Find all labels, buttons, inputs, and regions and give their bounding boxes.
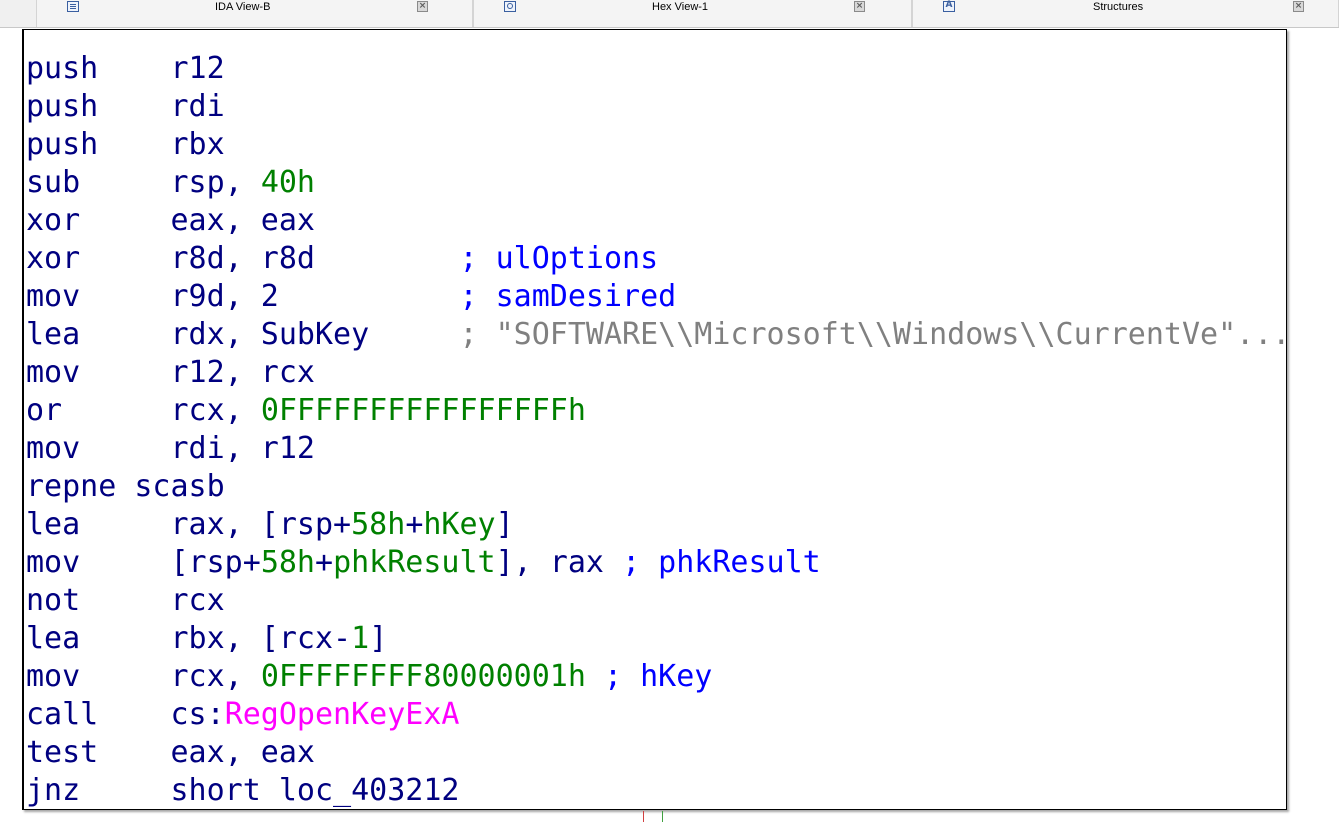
code-line[interactable]: mov r12, rcx [26,354,1286,392]
string-comment: ; "SOFTWARE\\Microsoft\\Windows\\Current… [459,317,1287,352]
import-name: RegOpenKeyExA [224,697,460,732]
disassembly-block[interactable]: push r12 push rdi push rbx sub rsp, 40h xor … [22,29,1287,810]
operands: rdi, r12 [170,431,316,466]
operands: [rsp+ [170,545,261,580]
code-line[interactable]: repne scasb [26,468,1286,506]
code-line[interactable]: not rcx [26,582,1286,620]
mnemonic: push [26,89,99,124]
comment: ; phkResult [622,545,821,580]
right-margin [1287,28,1339,822]
code-line[interactable]: call cs:RegOpenKeyExA [26,696,1286,734]
numeric-operand: 40h [260,165,315,200]
code-line[interactable]: mov [rsp+58h+phkResult], rax ; phkResult [26,544,1286,582]
numeric-operand: hKey [423,507,496,542]
code-line[interactable]: test eax, eax [26,734,1286,772]
operands: cs: [170,697,225,732]
code-line[interactable]: or rcx, 0FFFFFFFFFFFFFFFFh [26,392,1286,430]
operands: rbx [170,127,225,162]
graph-edge-green [662,811,663,822]
mnemonic: lea [26,317,81,352]
mnemonic: xor [26,241,81,276]
close-icon[interactable]: × [417,1,428,12]
text-view-icon [67,1,79,12]
mnemonic: repne scasb [26,469,225,504]
operands: rdx, SubKey [170,317,370,352]
numeric-operand: 0FFFFFFFF80000001h [260,659,586,694]
comment: ; ulOptions [459,241,659,276]
operands: r8d, r8d [170,241,316,276]
operands: rcx, [170,393,261,428]
code-line[interactable]: lea rdx, SubKey ; "SOFTWARE\\Microsoft\\… [26,316,1287,354]
close-icon[interactable]: × [854,1,865,12]
tab-label: Structures [1093,1,1144,13]
mnemonic: mov [26,545,81,580]
mnemonic: lea [26,507,81,542]
code-line[interactable]: sub rsp, 40h [26,164,1286,202]
left-margin [0,28,22,822]
code-line[interactable]: xor r8d, r8d ; ulOptions [26,240,1286,278]
tab-bar: IDA View-B × Hex View-1 × A Structures × [0,0,1339,28]
mnemonic: sub [26,165,81,200]
operands: short loc_403212 [170,773,460,808]
operands: rbx, [rcx- [170,621,352,656]
code-line[interactable]: push rdi [26,88,1286,126]
mnemonic: mov [26,279,81,314]
mnemonic: mov [26,355,81,390]
code-line[interactable]: mov rcx, 0FFFFFFFF80000001h ; hKey [26,658,1286,696]
close-icon[interactable]: × [1293,1,1304,12]
operands: ] [495,507,514,542]
numeric-operand: phkResult [333,545,496,580]
code-line[interactable]: jnz short loc_403212 [26,772,1286,809]
graph-edge-red [643,811,644,822]
operands: eax, eax [170,203,316,238]
code-line[interactable]: lea rax, [rsp+58h+hKey] [26,506,1286,544]
mnemonic: or [26,393,63,428]
comment: ; samDesired [459,279,677,314]
mnemonic: mov [26,659,81,694]
operands: ], rax [495,545,623,580]
tab-label: IDA View-B [215,1,271,13]
operands: r9d, 2 [170,279,279,314]
mnemonic: call [26,697,99,732]
numeric-operand: 58h [260,545,315,580]
structures-icon: A [943,0,955,12]
numeric-operand: 0FFFFFFFFFFFFFFFFh [260,393,586,428]
tab-structures[interactable]: A Structures × [912,0,1339,27]
code-line[interactable]: xor eax, eax [26,202,1286,240]
operands: rax, [rsp+ [170,507,352,542]
code-line[interactable]: push r12 [26,50,1286,88]
mnemonic: push [26,51,99,86]
operands: eax, eax [170,735,316,770]
tab-label: Hex View-1 [652,1,709,13]
numeric-operand: 1 [351,621,370,656]
operands: rdi [170,89,225,124]
operands: r12 [170,51,225,86]
mnemonic: push [26,127,99,162]
code-line[interactable]: push rbx [26,126,1286,164]
mnemonic: xor [26,203,81,238]
mnemonic: test [26,735,99,770]
disassembly-listing: push r12 push rdi push rbx sub rsp, 40h xor … [26,50,1287,809]
hex-view-icon [504,1,516,12]
mnemonic: not [26,583,81,618]
operands: r12, rcx [170,355,316,390]
operands: + [405,507,424,542]
operands: rcx [170,583,225,618]
operands: rcx, [170,659,261,694]
mnemonic: jnz [26,773,81,808]
code-line[interactable]: lea rbx, [rcx-1] [26,620,1286,658]
mnemonic: lea [26,621,81,656]
operands: ] [369,621,388,656]
tab-ida-view-b[interactable]: IDA View-B × [36,0,473,27]
operands: rsp, [170,165,261,200]
code-line[interactable]: mov r9d, 2 ; samDesired [26,278,1286,316]
numeric-operand: 58h [351,507,406,542]
operands: + [315,545,334,580]
code-line[interactable]: mov rdi, r12 [26,430,1286,468]
comment: ; hKey [585,659,713,694]
tab-hex-view-1[interactable]: Hex View-1 × [473,0,912,27]
mnemonic: mov [26,431,81,466]
